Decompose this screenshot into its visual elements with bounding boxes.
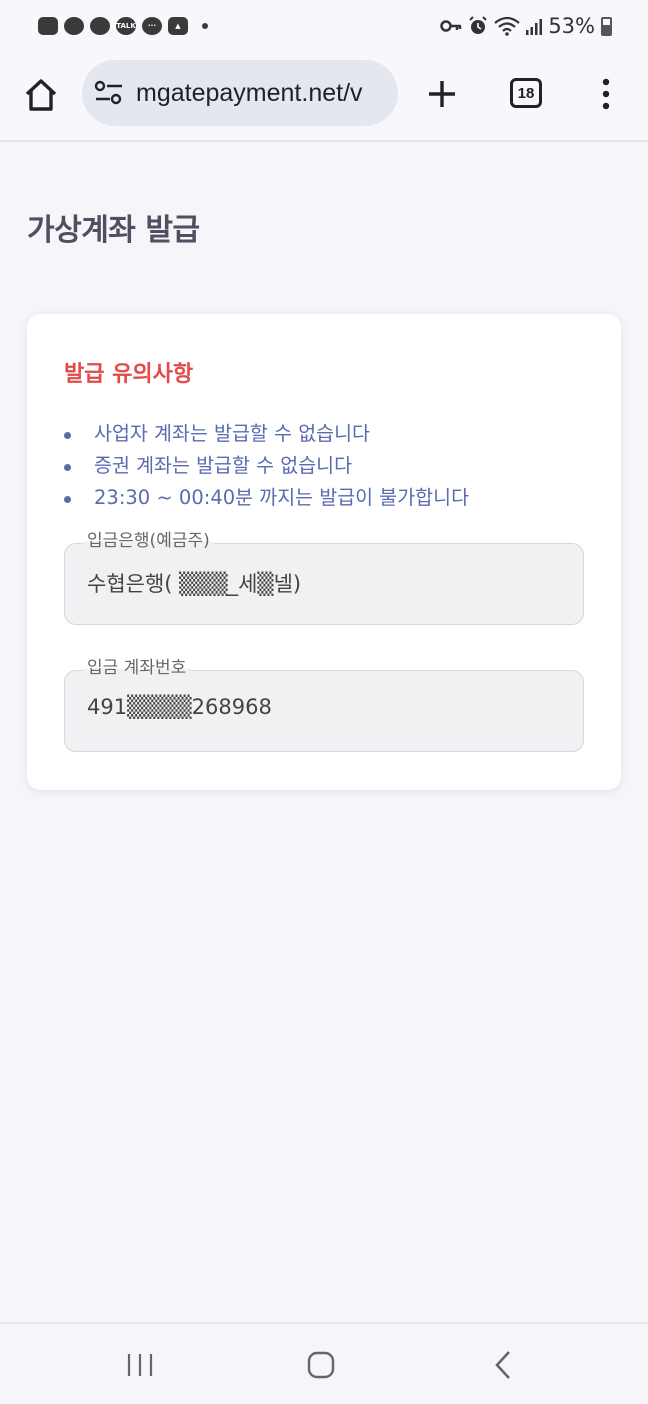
notice-item: 사업자 계좌는 발급할 수 없습니다 bbox=[64, 418, 469, 450]
battery-percent: 53% bbox=[548, 14, 595, 38]
back-icon[interactable] bbox=[492, 1350, 514, 1380]
bank-field[interactable]: 입금은행(예금주) 수협은행( ▒▒▒_세▒넬) bbox=[64, 530, 584, 625]
image-icon: ▲ bbox=[168, 17, 188, 35]
kakaotalk-icon bbox=[90, 17, 110, 35]
new-tab-icon[interactable] bbox=[426, 78, 458, 110]
account-number-field[interactable]: 입금 계좌번호 491▒▒▒▒268968 bbox=[64, 657, 584, 752]
kakaotalk-icon bbox=[38, 17, 58, 35]
url-text: mgatepayment.net/v bbox=[136, 78, 363, 107]
nav-home-icon[interactable] bbox=[307, 1351, 335, 1379]
wifi-icon bbox=[494, 16, 521, 36]
address-bar[interactable]: mgatepayment.net/v bbox=[82, 60, 398, 126]
status-bar: TALK ··· ▲ 53% bbox=[0, 0, 648, 52]
bank-field-label: 입금은행(예금주) bbox=[83, 530, 214, 552]
notification-icons: TALK ··· ▲ bbox=[38, 17, 208, 35]
more-options-icon[interactable] bbox=[598, 78, 614, 110]
notice-title: 발급 유의사항 bbox=[64, 362, 194, 387]
alarm-icon bbox=[469, 16, 488, 34]
system-icons: 53% bbox=[440, 14, 612, 38]
notice-item: 23:30 ~ 00:40분 까지는 발급이 불가합니다 bbox=[64, 482, 469, 514]
more-notifications-dot bbox=[202, 23, 208, 29]
account-field-label: 입금 계좌번호 bbox=[83, 657, 191, 679]
recent-apps-icon[interactable] bbox=[126, 1352, 154, 1378]
virtual-account-card: 발급 유의사항 사업자 계좌는 발급할 수 없습니다 증권 계좌는 발급할 수 … bbox=[27, 314, 621, 790]
kakaotalk-icon bbox=[64, 17, 84, 35]
notice-list: 사업자 계좌는 발급할 수 없습니다 증권 계좌는 발급할 수 없습니다 23:… bbox=[64, 418, 469, 514]
key-icon bbox=[440, 20, 462, 32]
battery-icon bbox=[601, 16, 612, 36]
bank-field-value: 수협은행( ▒▒▒_세▒넬) bbox=[87, 572, 302, 596]
browser-toolbar: mgatepayment.net/v 18 bbox=[0, 52, 648, 142]
chat-icon: ··· bbox=[142, 17, 162, 35]
system-navigation-bar bbox=[0, 1322, 648, 1404]
talk-icon: TALK bbox=[116, 17, 136, 35]
notice-item: 증권 계좌는 발급할 수 없습니다 bbox=[64, 450, 469, 482]
signal-icon bbox=[526, 19, 543, 35]
tab-switcher-button[interactable]: 18 bbox=[510, 78, 542, 108]
page-title: 가상계좌 발급 bbox=[27, 213, 200, 248]
tab-count: 18 bbox=[517, 84, 535, 102]
site-settings-icon[interactable] bbox=[94, 79, 124, 107]
home-icon[interactable] bbox=[22, 76, 60, 114]
account-field-value: 491▒▒▒▒268968 bbox=[87, 695, 272, 719]
